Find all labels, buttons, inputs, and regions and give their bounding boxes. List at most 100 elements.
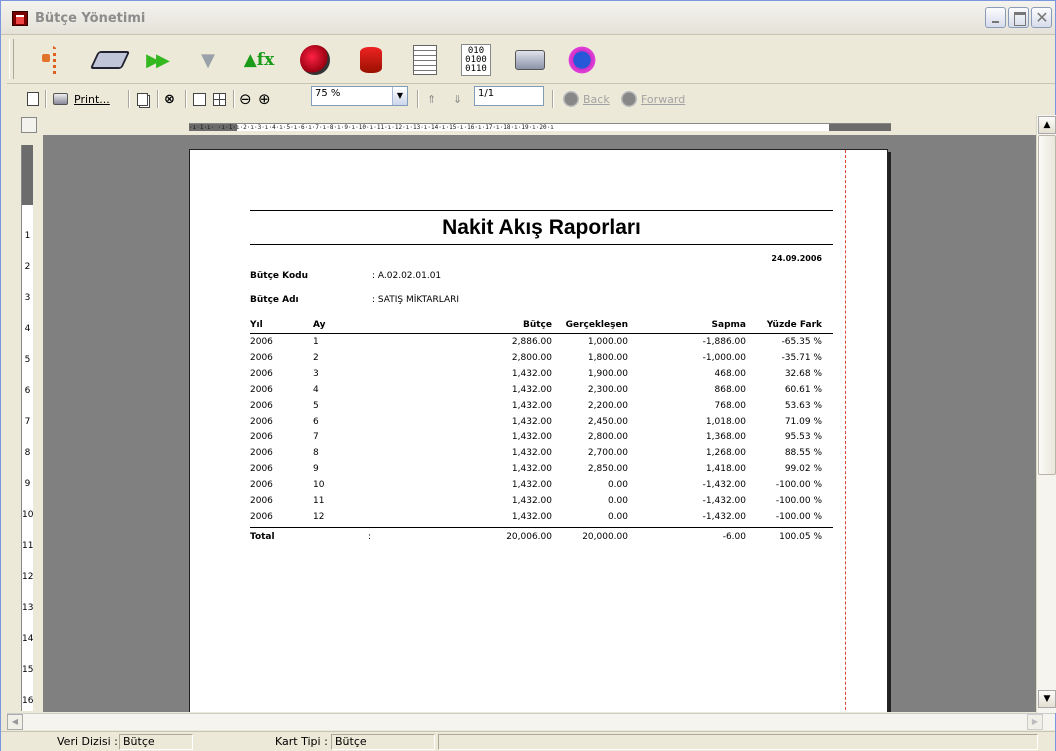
cell-year: 2006 [250, 511, 273, 522]
copy-icon[interactable] [137, 89, 148, 109]
table-row: 2006 4 1,432.00 2,300.00 868.00 60.61 % [250, 385, 833, 400]
database-icon[interactable] [353, 42, 389, 78]
table-row: 2006 11 1,432.00 0.00 -1,432.00 -100.00 % [250, 496, 833, 511]
header-rule [250, 333, 833, 334]
cell-deviation: 1,268.00 [705, 448, 746, 459]
forward-label: Forward [641, 92, 686, 106]
ruler-corner [21, 117, 37, 133]
total-colon: : [368, 532, 372, 542]
vertical-ruler-tick: 9 [24, 479, 31, 489]
vertical-ruler-tick: 11 [22, 541, 34, 551]
disk-drive-icon[interactable] [89, 42, 131, 78]
col-header-month: Ay [313, 320, 326, 330]
printer-icon[interactable] [512, 42, 548, 78]
cell-month: 12 [313, 511, 325, 522]
col-header-actual: Gerçekleşen [565, 320, 628, 330]
filter-icon[interactable]: ▼ [190, 42, 226, 78]
zoom-out-icon[interactable]: ⊖ [239, 89, 252, 109]
maximize-button[interactable] [1008, 7, 1029, 28]
find-binoculars-icon[interactable]: ⊗ [164, 89, 175, 109]
print-label: Print... [74, 92, 110, 106]
cell-actual: 1,800.00 [587, 352, 628, 363]
window-title: Bütçe Yönetimi [35, 11, 146, 26]
cell-month: 5 [313, 400, 319, 411]
cardtype-value: Bütçe [335, 735, 367, 748]
app-icon [12, 11, 28, 26]
scroll-left-icon[interactable]: ◀ [7, 714, 23, 730]
vertical-ruler-tick: 15 [22, 665, 34, 675]
title-rule-top [250, 210, 833, 211]
scroll-right-icon[interactable]: ▶ [1027, 714, 1043, 730]
scroll-up-icon[interactable]: ▲ [1038, 116, 1056, 134]
cell-year: 2006 [250, 464, 273, 475]
cell-actual: 2,700.00 [587, 448, 628, 459]
cell-percent: -65.35 % [781, 337, 822, 347]
cell-percent: 60.61 % [784, 384, 822, 395]
title-bar: Bütçe Yönetimi ✕ [1, 1, 1055, 35]
cardtype-box: Bütçe [331, 734, 435, 750]
cell-percent: -100.00 % [775, 511, 822, 522]
vertical-ruler-tick: 16 [22, 696, 34, 706]
col-header-year: Yıl [250, 320, 263, 330]
cell-month: 8 [313, 448, 319, 459]
page-down-icon[interactable]: ⇓ [453, 89, 462, 109]
cell-actual: 0.00 [607, 511, 628, 522]
horizontal-scrollbar[interactable]: ◀ ▶ [7, 713, 1055, 730]
table-row: 2006 8 1,432.00 2,700.00 1,268.00 88.55 % [250, 448, 833, 463]
cell-actual: 2,300.00 [587, 384, 628, 395]
back-arrow-icon [563, 91, 579, 107]
budget-name-value: : SATIŞ MİKTARLARI [372, 295, 460, 305]
cell-month: 6 [313, 416, 319, 427]
print-button[interactable]: Print... [53, 89, 110, 109]
table-row: 2006 5 1,432.00 2,200.00 768.00 53.63 % [250, 401, 833, 416]
page-up-icon[interactable]: ⇑ [427, 89, 436, 109]
cell-percent: 71.09 % [784, 416, 822, 427]
vertical-scrollbar[interactable]: ▲ ▼ [1036, 115, 1056, 713]
horizontal-ruler-ticks: ·ı·1·ı· ·ı·1·ı·2·ı·3·ı·4·ı·5·ı·6·ı·7·ı·8… [189, 124, 554, 131]
function-fx-icon[interactable]: ▲fx [241, 42, 277, 78]
tree-structure-icon[interactable] [39, 42, 75, 78]
scroll-thumb[interactable] [1038, 135, 1056, 475]
close-button[interactable]: ✕ [1031, 7, 1052, 28]
cell-percent: 32.68 % [784, 368, 822, 379]
toggle-panel-icon[interactable] [27, 89, 39, 109]
cell-percent: 95.53 % [784, 432, 822, 443]
cell-deviation: -1,432.00 [702, 511, 746, 522]
multi-page-icon[interactable] [213, 89, 226, 109]
chevron-down-icon[interactable]: ▼ [392, 87, 407, 105]
report-document-icon[interactable] [407, 42, 443, 78]
app-window: Bütçe Yönetimi ✕ ▶▶ ▼ ▲fx 010 0100 0110 … [0, 0, 1056, 751]
fast-forward-icon[interactable]: ▶▶ [138, 42, 174, 78]
cell-actual: 1,000.00 [587, 337, 628, 347]
vertical-ruler-tick: 1 [24, 231, 31, 241]
main-toolbar: ▶▶ ▼ ▲fx 010 0100 0110 [7, 36, 1055, 84]
zoom-select[interactable]: 75 % ▼ [311, 86, 408, 106]
back-button[interactable]: Back [563, 89, 610, 109]
vertical-ruler-tick: 13 [22, 603, 34, 613]
cell-actual: 0.00 [607, 496, 628, 506]
cell-actual: 2,200.00 [587, 400, 628, 411]
cell-deviation: -1,432.00 [702, 480, 746, 491]
settings-gear-icon[interactable] [297, 42, 333, 78]
minimize-button[interactable] [985, 7, 1006, 28]
cell-deviation: 768.00 [714, 400, 747, 411]
status-bar: Veri Dizisi : Bütçe Kart Tipi : Bütçe [1, 731, 1055, 751]
binary-data-icon[interactable]: 010 0100 0110 [461, 44, 491, 76]
cell-month: 9 [313, 464, 319, 475]
table-row: 2006 1 2,886.00 1,000.00 -1,886.00 -65.35 % [250, 337, 833, 352]
refresh-icon[interactable] [564, 42, 600, 78]
page-number-input[interactable]: 1/1 [474, 86, 544, 106]
horizontal-ruler: ·ı·1·ı· ·ı·1·ı·2·ı·3·ı·4·ı·5·ı·6·ı·7·ı·8… [189, 123, 891, 131]
zoom-in-icon[interactable]: ⊕ [258, 89, 271, 109]
cell-deviation: 1,418.00 [705, 464, 746, 475]
total-deviation: -6.00 [722, 532, 746, 542]
vertical-ruler-tick: 2 [24, 262, 31, 272]
vertical-ruler-tick: 14 [22, 634, 34, 644]
total-percent: 100.05 % [779, 532, 822, 542]
vertical-ruler-tick: 5 [24, 355, 31, 365]
forward-button[interactable]: Forward [621, 89, 685, 109]
cell-deviation: -1,432.00 [702, 496, 746, 506]
vertical-ruler-tick: 12 [22, 572, 34, 582]
scroll-down-icon[interactable]: ▼ [1038, 690, 1056, 708]
single-page-icon[interactable] [193, 89, 206, 109]
